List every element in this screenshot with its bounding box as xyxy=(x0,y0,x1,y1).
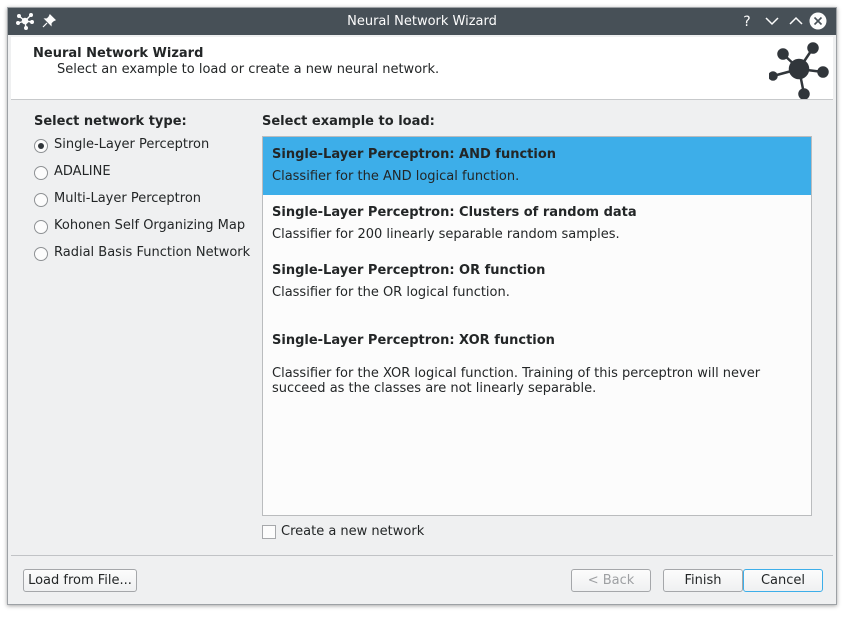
svg-text:?: ? xyxy=(743,14,750,30)
cancel-button[interactable]: Cancel xyxy=(743,569,823,592)
example-description: Classifier for the AND logical function. xyxy=(272,169,520,184)
example-title: Single-Layer Perceptron: OR function xyxy=(272,263,546,278)
radio-button[interactable] xyxy=(34,166,48,180)
example-title: Single-Layer Perceptron: XOR function xyxy=(272,333,555,348)
wizard-window: Neural Network Wizard ? Neural Network W… xyxy=(7,7,837,605)
header-subtitle: Select an example to load or create a ne… xyxy=(57,62,440,77)
create-network-label[interactable]: Create a new network xyxy=(281,524,424,539)
example-item-xor[interactable]: Single-Layer Perceptron: XOR function Cl… xyxy=(263,313,811,403)
radio-label: Multi-Layer Perceptron xyxy=(54,191,202,206)
close-icon[interactable] xyxy=(809,12,827,30)
header-title: Neural Network Wizard xyxy=(33,46,204,61)
help-icon[interactable]: ? xyxy=(738,12,756,30)
radio-button[interactable] xyxy=(34,247,48,261)
radio-label: ADALINE xyxy=(54,164,111,179)
network-type-label: Select network type: xyxy=(34,114,187,129)
radio-button-checked[interactable] xyxy=(34,139,48,153)
example-description: Classifier for the XOR logical function.… xyxy=(272,366,761,396)
maximize-icon[interactable] xyxy=(787,12,805,30)
load-from-file-button[interactable]: Load from File... xyxy=(23,569,137,592)
radio-label: Kohonen Self Organizing Map xyxy=(54,218,246,233)
example-list[interactable]: Single-Layer Perceptron: AND function Cl… xyxy=(262,136,812,516)
radio-label: Radial Basis Function Network xyxy=(54,245,251,260)
radio-label: Single-Layer Perceptron xyxy=(54,137,210,152)
finish-button[interactable]: Finish xyxy=(663,569,743,592)
window-title: Neural Network Wizard xyxy=(347,14,497,29)
example-item-or[interactable]: Single-Layer Perceptron: OR function Cla… xyxy=(263,253,811,313)
minimize-icon[interactable] xyxy=(763,12,781,30)
create-network-checkbox[interactable] xyxy=(262,525,276,539)
example-title: Single-Layer Perceptron: Clusters of ran… xyxy=(272,205,637,220)
example-item-clusters[interactable]: Single-Layer Perceptron: Clusters of ran… xyxy=(263,195,811,253)
wizard-header: Neural Network Wizard Select an example … xyxy=(11,37,833,100)
example-title: Single-Layer Perceptron: AND function xyxy=(272,147,557,162)
back-button[interactable]: < Back xyxy=(571,569,651,592)
title-bar[interactable]: Neural Network Wizard ? xyxy=(8,8,836,35)
example-list-label: Select example to load: xyxy=(262,114,435,129)
radio-button[interactable] xyxy=(34,220,48,234)
footer-divider xyxy=(11,555,833,556)
neural-network-icon xyxy=(769,42,829,99)
example-description: Classifier for 200 linearly separable ra… xyxy=(272,227,620,242)
radio-button[interactable] xyxy=(34,193,48,207)
example-description: Classifier for the OR logical function. xyxy=(272,285,510,300)
example-item-and[interactable]: Single-Layer Perceptron: AND function Cl… xyxy=(263,137,811,195)
